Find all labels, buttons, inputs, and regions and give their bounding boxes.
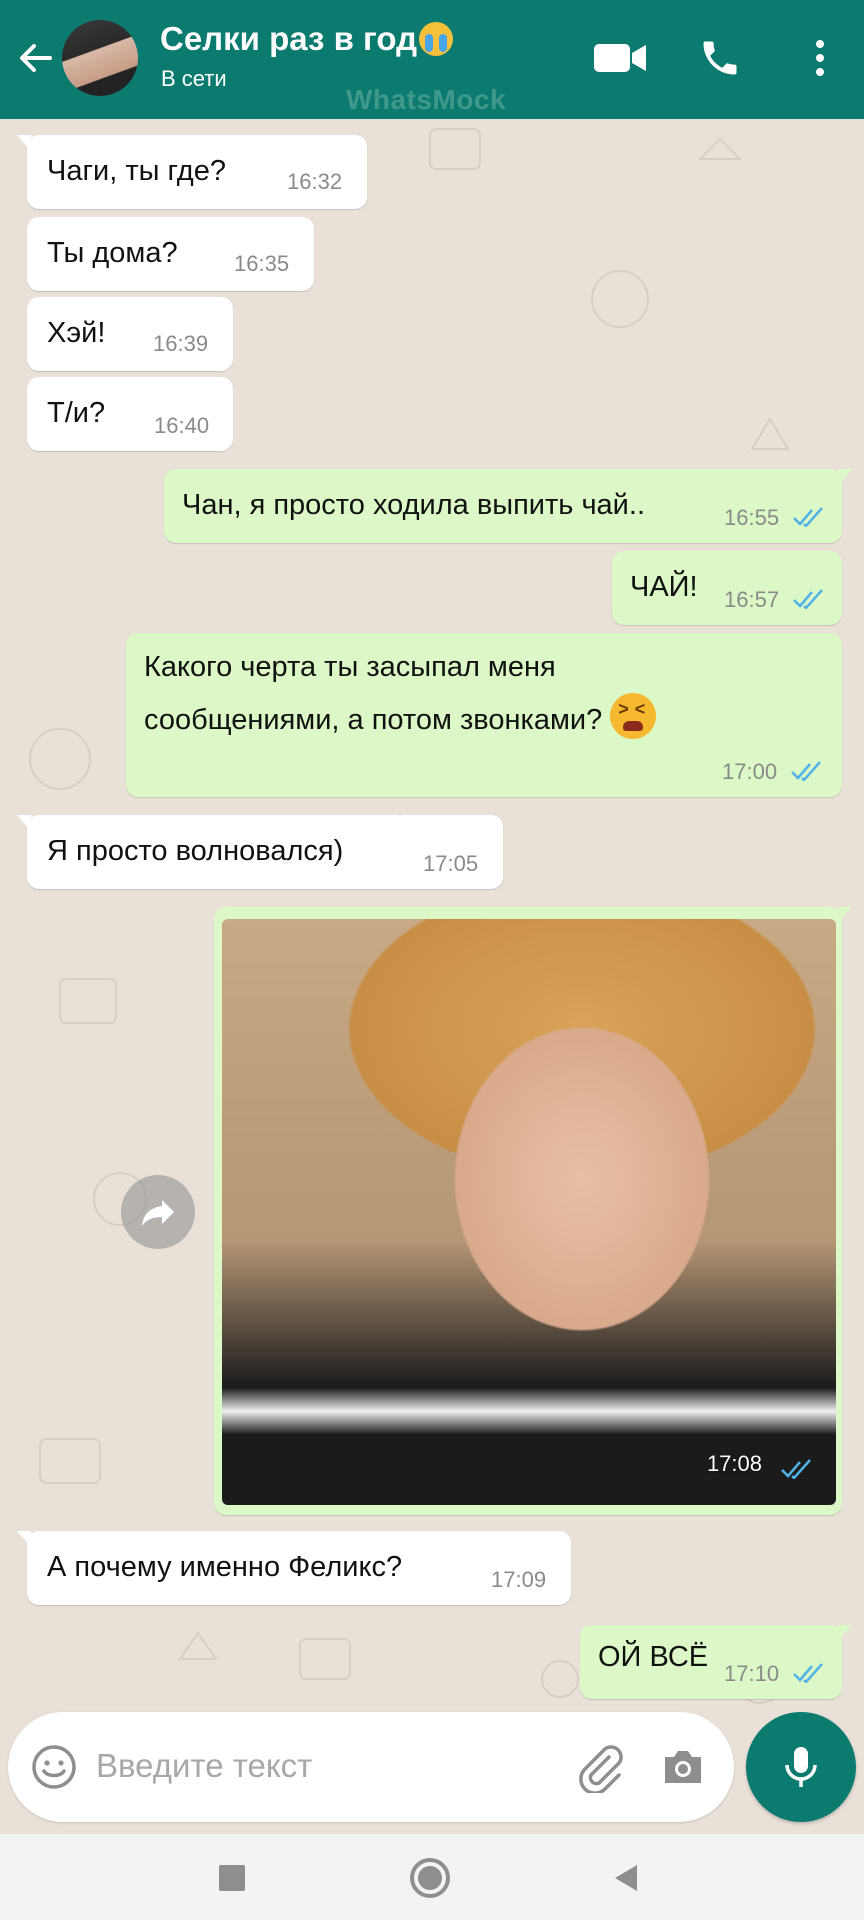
microphone-icon [785, 1747, 817, 1787]
message-time: 16:55 [724, 505, 780, 530]
crying-face-icon [419, 22, 454, 56]
photo-attachment[interactable]: 17:08 [222, 919, 836, 1505]
bubble-tail [838, 907, 852, 923]
message-input-bar [8, 1712, 734, 1822]
video-camera-icon [594, 44, 646, 72]
bubble-tail [17, 1531, 31, 1547]
voice-call-button[interactable] [692, 30, 748, 86]
message-input[interactable] [94, 1746, 548, 1786]
message-time: 16:39 [153, 331, 209, 356]
message-incoming[interactable]: Ты дома? 16:35 [27, 217, 314, 291]
message-text: Чаги, ты где? [47, 155, 226, 187]
circle-icon [410, 1858, 450, 1898]
message-text-line-2-text: сообщениями, а потом звонками? [144, 704, 603, 736]
message-incoming[interactable]: Чаги, ты где? 16:32 [17, 135, 367, 209]
message-text: Чан, я просто ходила выпить чай.. [182, 489, 645, 521]
message-text: Я просто волновался) [47, 835, 344, 867]
attach-button[interactable] [573, 1741, 625, 1798]
voice-message-button[interactable] [746, 1712, 856, 1822]
bubble-tail [17, 815, 31, 831]
bubble-tail [17, 135, 31, 151]
message-incoming[interactable]: Я просто волновался) 17:05 [17, 815, 503, 889]
contact-status: В сети [161, 66, 227, 91]
message-time: 16:32 [287, 169, 343, 194]
double-check-icon [793, 507, 823, 527]
arrow-left-icon [20, 44, 52, 72]
message-text: ЧАЙ! [630, 571, 698, 603]
message-incoming[interactable]: Хэй! 16:39 [27, 297, 233, 371]
message-text: Ты дома? [47, 237, 178, 269]
message-text: ОЙ ВСЁ [598, 1641, 709, 1673]
message-outgoing[interactable]: Какого черта ты засыпал меня сообщениями… [126, 633, 842, 797]
message-outgoing[interactable]: ОЙ ВСЁ 17:10 [580, 1625, 852, 1699]
message-time: 16:57 [724, 587, 780, 612]
double-check-icon [793, 589, 823, 609]
bubble-tail [838, 469, 852, 485]
message-time: 17:08 [706, 1451, 762, 1476]
recents-button[interactable] [210, 1856, 254, 1900]
message-text: Хэй! [47, 317, 106, 349]
kebab-menu-icon [816, 40, 824, 76]
watermark: WhatsMock [346, 84, 507, 115]
video-call-button[interactable] [592, 30, 648, 86]
message-incoming[interactable]: А почему именно Феликс? 17:09 [17, 1531, 571, 1605]
back-nav-button[interactable] [604, 1856, 648, 1900]
contact-name[interactable]: Селки раз в год [160, 20, 454, 58]
more-options-button[interactable] [792, 30, 848, 86]
message-outgoing[interactable]: Чан, я просто ходила выпить чай.. 16:55 [164, 469, 852, 543]
phone-icon [703, 41, 737, 75]
message-time: 16:35 [234, 251, 290, 276]
message-time: 17:05 [423, 851, 479, 876]
camera-icon [665, 1751, 701, 1783]
chat-header: Селки раз в год В сети WhatsMock [0, 0, 864, 119]
message-text-line-1: Какого черта ты засыпал меня [144, 651, 556, 683]
paperclip-icon [579, 1745, 623, 1795]
back-button[interactable] [14, 36, 58, 80]
forward-arrow-icon [142, 1200, 174, 1226]
chat-area[interactable]: Чаги, ты где? 16:32 Ты дома? 16:35 Хэй! … [0, 119, 864, 1724]
message-time: 17:10 [724, 1661, 780, 1686]
message-text: А почему именно Феликс? [47, 1551, 403, 1583]
message-text-line-2: сообщениями, а потом звонками? [144, 693, 657, 739]
double-check-icon [791, 761, 821, 781]
double-check-icon [793, 1663, 823, 1683]
forward-button[interactable] [121, 1175, 195, 1249]
bubble-tail [838, 1625, 852, 1641]
smiley-icon [32, 1745, 76, 1789]
emoji-button[interactable] [30, 1743, 78, 1796]
square-icon [219, 1865, 245, 1891]
triangle-back-icon [615, 1865, 637, 1891]
camera-button[interactable] [659, 1743, 707, 1796]
message-incoming[interactable]: Т/и? 16:40 [27, 377, 233, 451]
home-button[interactable] [408, 1856, 452, 1900]
contact-name-text: Селки раз в год [160, 20, 418, 57]
system-nav-bar [0, 1834, 864, 1920]
contact-avatar[interactable] [62, 20, 138, 96]
message-time: 17:00 [722, 759, 778, 784]
tired-face-icon [610, 693, 657, 739]
double-check-icon [781, 1459, 811, 1479]
message-time: 16:40 [154, 413, 210, 438]
message-outgoing[interactable]: ЧАЙ! 16:57 [612, 551, 842, 625]
message-text: Т/и? [47, 397, 106, 429]
message-time: 17:09 [491, 1567, 547, 1592]
